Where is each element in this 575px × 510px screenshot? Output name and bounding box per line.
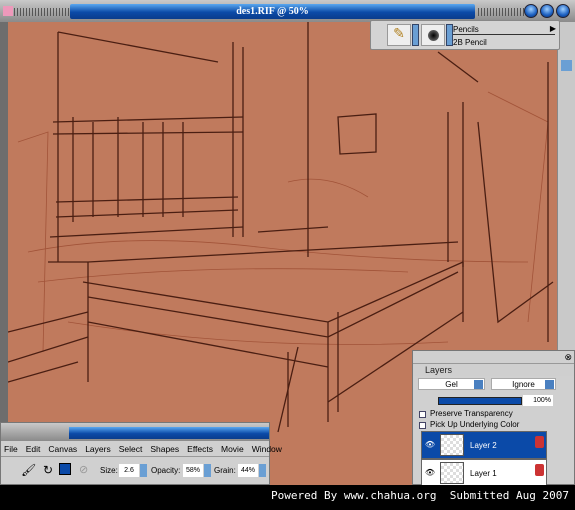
- grain-label: Grain:: [214, 466, 236, 475]
- brush-selector-panel: ✎ Pencils 2B Pencil ▶: [370, 20, 560, 50]
- panel-title-bar[interactable]: [1, 423, 269, 441]
- menu-property-panel: File Edit Canvas Layers Select Shapes Ef…: [0, 422, 282, 485]
- composite-method-select[interactable]: Gel: [418, 378, 485, 390]
- layers-panel: ⊗ Layers Gel Ignore 100% Preserve Transp…: [412, 350, 575, 487]
- panel-menu-arrow-icon[interactable]: ▶: [550, 24, 556, 33]
- menu-window[interactable]: Window: [252, 444, 282, 454]
- close-button[interactable]: [556, 4, 570, 18]
- menu-file[interactable]: File: [4, 444, 18, 454]
- layer-stack-icon: [535, 464, 544, 476]
- layer-name: Layer 2: [470, 441, 497, 450]
- straight-line-icon[interactable]: [59, 463, 71, 475]
- size-label: Size:: [100, 466, 118, 475]
- app-icon: [3, 6, 13, 16]
- eye-icon[interactable]: 👁: [422, 432, 438, 458]
- brush-dab-preview[interactable]: [421, 24, 445, 46]
- composite-depth-select[interactable]: Ignore: [491, 378, 556, 390]
- layer-opacity-slider[interactable]: [438, 397, 522, 405]
- eye-icon[interactable]: 👁: [422, 460, 438, 486]
- layer-thumbnail: [440, 434, 464, 456]
- menu-edit[interactable]: Edit: [26, 444, 41, 454]
- menu-effects[interactable]: Effects: [187, 444, 213, 454]
- preserve-transparency-checkbox[interactable]: [419, 411, 426, 418]
- brush-variant-spinner[interactable]: [446, 24, 453, 46]
- layer-stack-icon: [535, 436, 544, 448]
- brush-variant[interactable]: 2B Pencil: [453, 38, 487, 47]
- grip-handle[interactable]: [14, 8, 69, 16]
- grain-field[interactable]: 44%: [238, 464, 258, 477]
- window-title: des1.RIF @ 50%: [70, 4, 475, 19]
- pencil-icon[interactable]: ✎: [387, 24, 411, 46]
- reset-icon[interactable]: ⊘: [79, 463, 88, 476]
- layer-thumbnail: [440, 462, 464, 484]
- grip-handle[interactable]: [478, 8, 524, 16]
- composite-method-value: Gel: [445, 380, 458, 389]
- dropdown-arrow-icon: [474, 380, 483, 389]
- panel-close-icon[interactable]: ⊗: [564, 352, 572, 363]
- dropdown-arrow-icon: [545, 380, 554, 389]
- pick-up-color-checkbox[interactable]: [419, 422, 426, 429]
- document-title-bar[interactable]: des1.RIF @ 50%: [0, 0, 575, 22]
- layer-name: Layer 1: [470, 469, 497, 478]
- opacity-label: Opacity:: [151, 466, 181, 475]
- menu-select[interactable]: Select: [119, 444, 143, 454]
- layer-row[interactable]: 👁 Layer 1: [421, 459, 547, 487]
- menu-shapes[interactable]: Shapes: [150, 444, 179, 454]
- size-spinner[interactable]: [140, 464, 147, 477]
- menu-canvas[interactable]: Canvas: [48, 444, 77, 454]
- pick-up-color-label: Pick Up Underlying Color: [430, 420, 520, 429]
- maximize-button[interactable]: [540, 4, 554, 18]
- brush-category[interactable]: Pencils: [453, 25, 555, 35]
- layer-row[interactable]: 👁 Layer 2: [421, 431, 547, 459]
- brush-tool-icon[interactable]: 🖌: [21, 463, 36, 477]
- size-field[interactable]: 2.6: [119, 464, 139, 477]
- minimize-button[interactable]: [524, 4, 538, 18]
- layers-title[interactable]: Layers: [413, 363, 574, 376]
- opacity-spinner[interactable]: [204, 464, 211, 477]
- menu-layers[interactable]: Layers: [85, 444, 111, 454]
- freehand-stroke-icon[interactable]: ↻: [43, 463, 53, 477]
- brush-category-spinner[interactable]: [412, 24, 419, 46]
- preserve-transparency-label: Preserve Transparency: [430, 409, 513, 418]
- menu-bar: File Edit Canvas Layers Select Shapes Ef…: [1, 441, 282, 457]
- layer-opacity-value[interactable]: 100%: [523, 395, 553, 406]
- watermark-footer: Powered By www.chahua.org Submitted Aug …: [0, 485, 575, 510]
- grain-spinner[interactable]: [259, 464, 266, 477]
- property-bar: 🖌 ↻ ⊘ Size: 2.6 Opacity: 58% Grain: 44%: [1, 457, 269, 485]
- opacity-field[interactable]: 58%: [183, 464, 203, 477]
- menu-movie[interactable]: Movie: [221, 444, 244, 454]
- scroll-up-arrow-icon[interactable]: [561, 60, 572, 71]
- composite-depth-value: Ignore: [512, 380, 535, 389]
